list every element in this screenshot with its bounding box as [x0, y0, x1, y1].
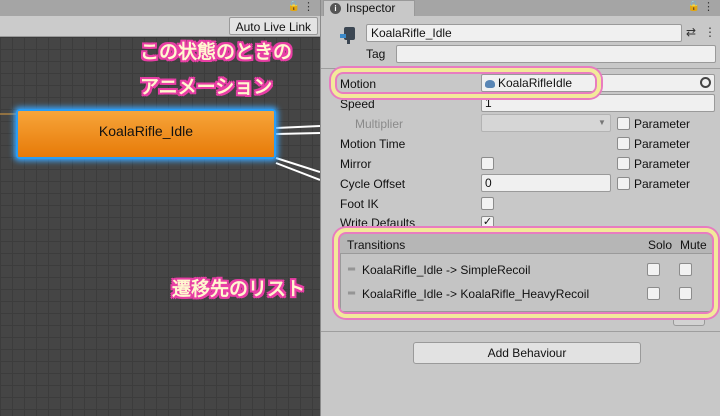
annotation-motion-line1: この状態のときの — [140, 41, 293, 63]
annotation-transitions: 遷移先のリスト — [172, 278, 306, 300]
multiplier-field — [481, 114, 611, 132]
preset-icon[interactable]: ⇄ — [686, 25, 696, 39]
divider — [321, 331, 720, 332]
transition-arrow[interactable] — [275, 125, 320, 129]
foot-ik-label: Foot IK — [340, 197, 379, 211]
cycle-offset-parameter-label: Parameter — [634, 177, 691, 191]
transition-arrow[interactable] — [275, 132, 320, 135]
speed-label: Speed — [340, 97, 375, 111]
multiplier-label: Multiplier — [355, 117, 404, 131]
annotation-motion-line2: アニメーション — [140, 76, 273, 98]
tag-label: Tag — [366, 47, 386, 61]
cycle-offset-field[interactable]: 0 — [481, 174, 611, 192]
mirror-label: Mirror — [340, 157, 372, 171]
multiplier-parameter-checkbox[interactable] — [617, 117, 630, 130]
state-node-koalarifle-idle[interactable]: KoalaRifle_Idle — [16, 109, 276, 159]
motion-highlight — [331, 68, 601, 98]
tab-inspector-label: Inspector — [346, 1, 396, 15]
kebab-menu-icon[interactable]: ⋮ — [704, 25, 716, 39]
foot-ik-checkbox[interactable] — [481, 197, 494, 210]
state-node-label: KoalaRifle_Idle — [98, 123, 194, 139]
tag-field[interactable] — [396, 45, 716, 63]
state-name-field[interactable]: KoalaRifle_Idle — [366, 24, 682, 42]
motion-time-label: Motion Time — [340, 137, 406, 151]
motion-time-parameter-checkbox[interactable] — [617, 137, 630, 150]
cycle-offset-parameter-checkbox[interactable] — [617, 177, 630, 190]
lock-icon[interactable]: 🔒 — [688, 1, 700, 12]
transitions-highlight — [334, 228, 718, 318]
mirror-parameter-label: Parameter — [634, 157, 691, 171]
add-behaviour-button[interactable]: Add Behaviour — [413, 342, 641, 364]
animator-state-icon — [340, 27, 355, 44]
mirror-parameter-checkbox[interactable] — [617, 157, 630, 170]
multiplier-parameter-label: Parameter — [634, 117, 691, 131]
dropdown-arrow-icon: ▼ — [598, 118, 606, 127]
inspector-tab-bar: i Inspector 🔒 ⋮ — [321, 0, 720, 16]
tab-inspector[interactable]: i Inspector — [323, 0, 415, 16]
info-icon: i — [330, 3, 341, 14]
kebab-menu-icon[interactable]: ⋮ — [703, 0, 714, 13]
motion-time-parameter-label: Parameter — [634, 137, 691, 151]
cycle-offset-label: Cycle Offset — [340, 177, 406, 191]
mirror-checkbox[interactable] — [481, 157, 494, 170]
object-picker-icon[interactable] — [700, 77, 711, 88]
